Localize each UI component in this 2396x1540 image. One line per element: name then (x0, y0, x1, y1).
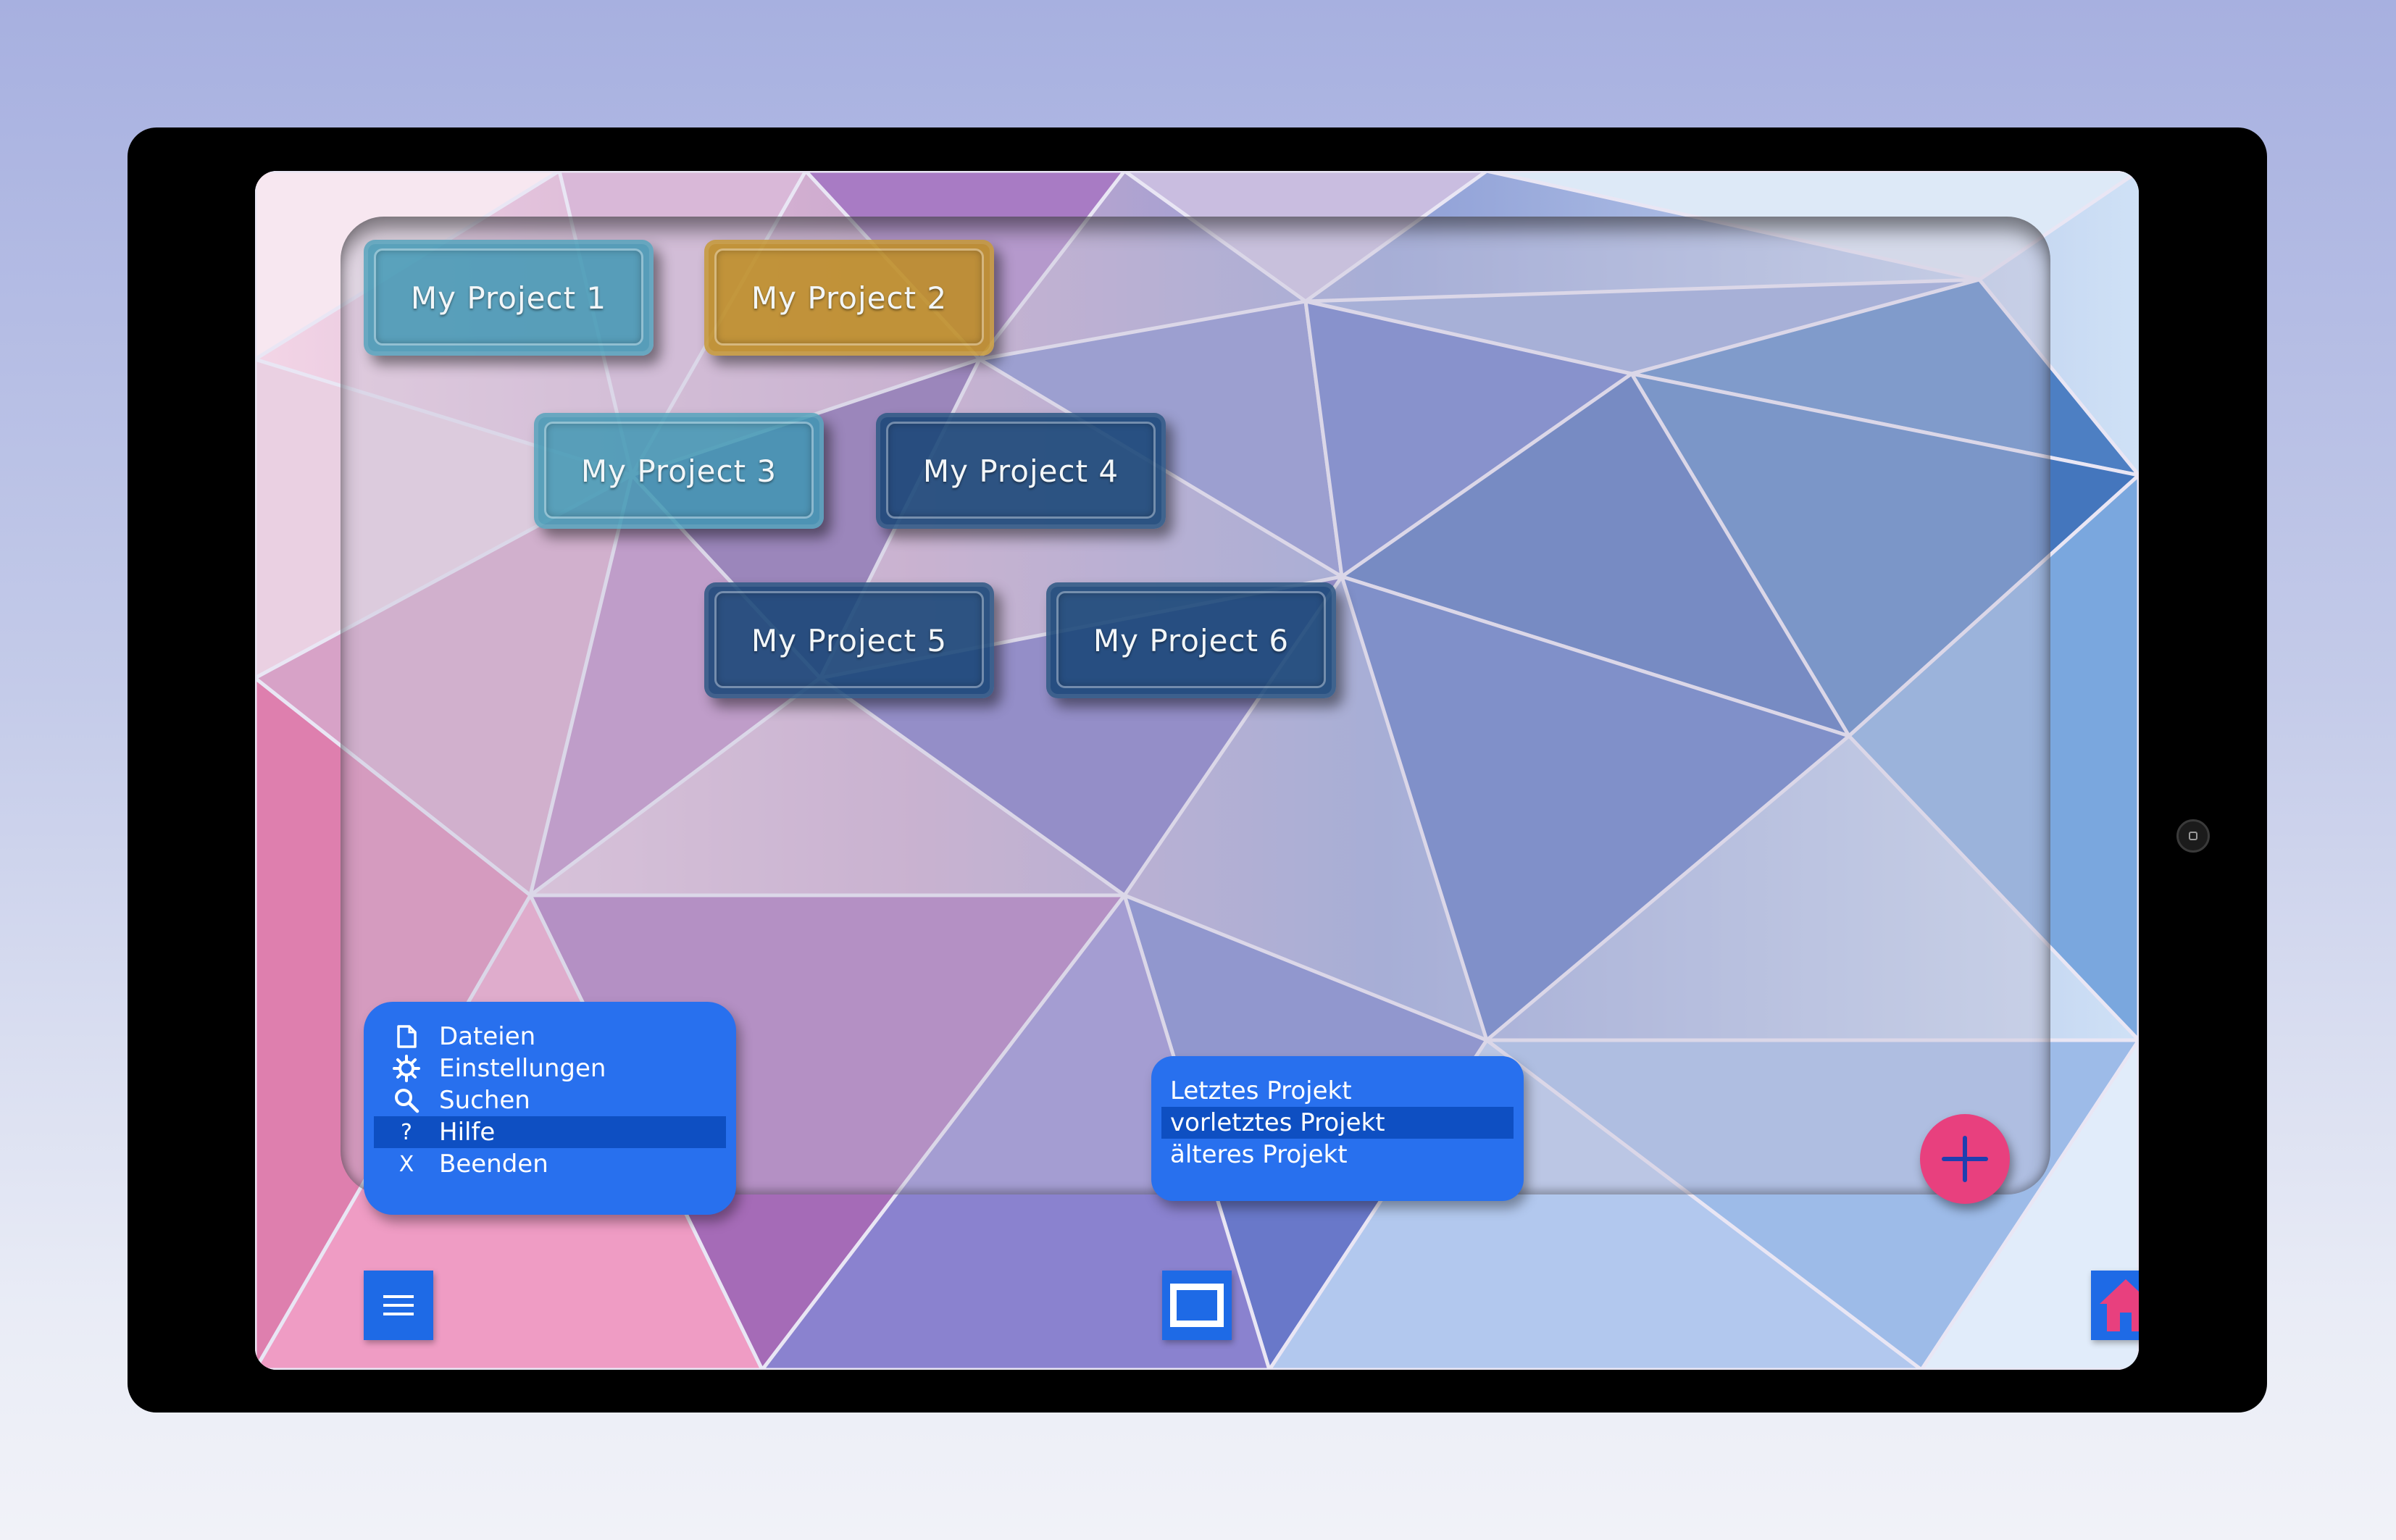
app-screen: My Project 1 My Project 2 My Project 3 M… (255, 171, 2139, 1370)
project-5-button[interactable]: My Project 5 (704, 582, 994, 698)
close-icon: X (398, 1151, 414, 1177)
project-2-button[interactable]: My Project 2 (704, 240, 994, 356)
project-5-label: My Project 5 (751, 622, 948, 658)
project-6-label: My Project 6 (1093, 622, 1290, 658)
menu-item-einstellungen[interactable]: Einstellungen (374, 1053, 726, 1084)
menu-item-dateien[interactable]: Dateien (374, 1021, 726, 1053)
search-icon (374, 1086, 439, 1115)
project-6-button[interactable]: My Project 6 (1046, 582, 1336, 698)
menu-item-label: Suchen (439, 1086, 530, 1115)
menu-item-suchen[interactable]: Suchen (374, 1084, 726, 1116)
project-3-label: My Project 3 (580, 453, 777, 489)
menu-item-label: Beenden (439, 1150, 548, 1179)
menu-item-label: Dateien (439, 1022, 536, 1051)
window-icon (1170, 1284, 1224, 1327)
recent-item-letztes[interactable]: Letztes Projekt (1161, 1075, 1514, 1107)
project-1-button[interactable]: My Project 1 (364, 240, 654, 356)
main-menu: Dateien Einstellungen Suchen ? Hilfe X B… (364, 1002, 736, 1215)
recent-projects-list: Letztes Projekt vorletztes Projekt älter… (1151, 1056, 1524, 1201)
project-4-label: My Project 4 (922, 453, 1119, 489)
hardware-home-button[interactable] (2176, 819, 2210, 853)
recent-item-vorletztes[interactable]: vorletztes Projekt (1161, 1107, 1514, 1139)
project-2-label: My Project 2 (751, 280, 948, 316)
help-icon: ? (401, 1119, 412, 1145)
hamburger-menu-button[interactable] (364, 1271, 433, 1340)
project-4-button[interactable]: My Project 4 (876, 413, 1166, 529)
home-icon (2100, 1279, 2139, 1331)
window-button[interactable] (1162, 1271, 1232, 1340)
tablet-frame: My Project 1 My Project 2 My Project 3 M… (128, 127, 2267, 1413)
file-icon (374, 1024, 439, 1049)
add-project-button[interactable] (1920, 1114, 2010, 1204)
project-1-label: My Project 1 (410, 280, 607, 316)
recent-item-aelteres[interactable]: älteres Projekt (1161, 1139, 1514, 1171)
hamburger-menu-icon (383, 1295, 414, 1315)
home-button[interactable] (2091, 1271, 2139, 1340)
menu-item-label: Einstellungen (439, 1054, 606, 1083)
menu-item-label: Hilfe (439, 1118, 496, 1147)
menu-item-hilfe[interactable]: ? Hilfe (374, 1116, 726, 1148)
project-3-button[interactable]: My Project 3 (534, 413, 824, 529)
plus-icon (1942, 1136, 1988, 1182)
gear-icon (374, 1054, 439, 1083)
menu-item-beenden[interactable]: X Beenden (374, 1148, 726, 1180)
